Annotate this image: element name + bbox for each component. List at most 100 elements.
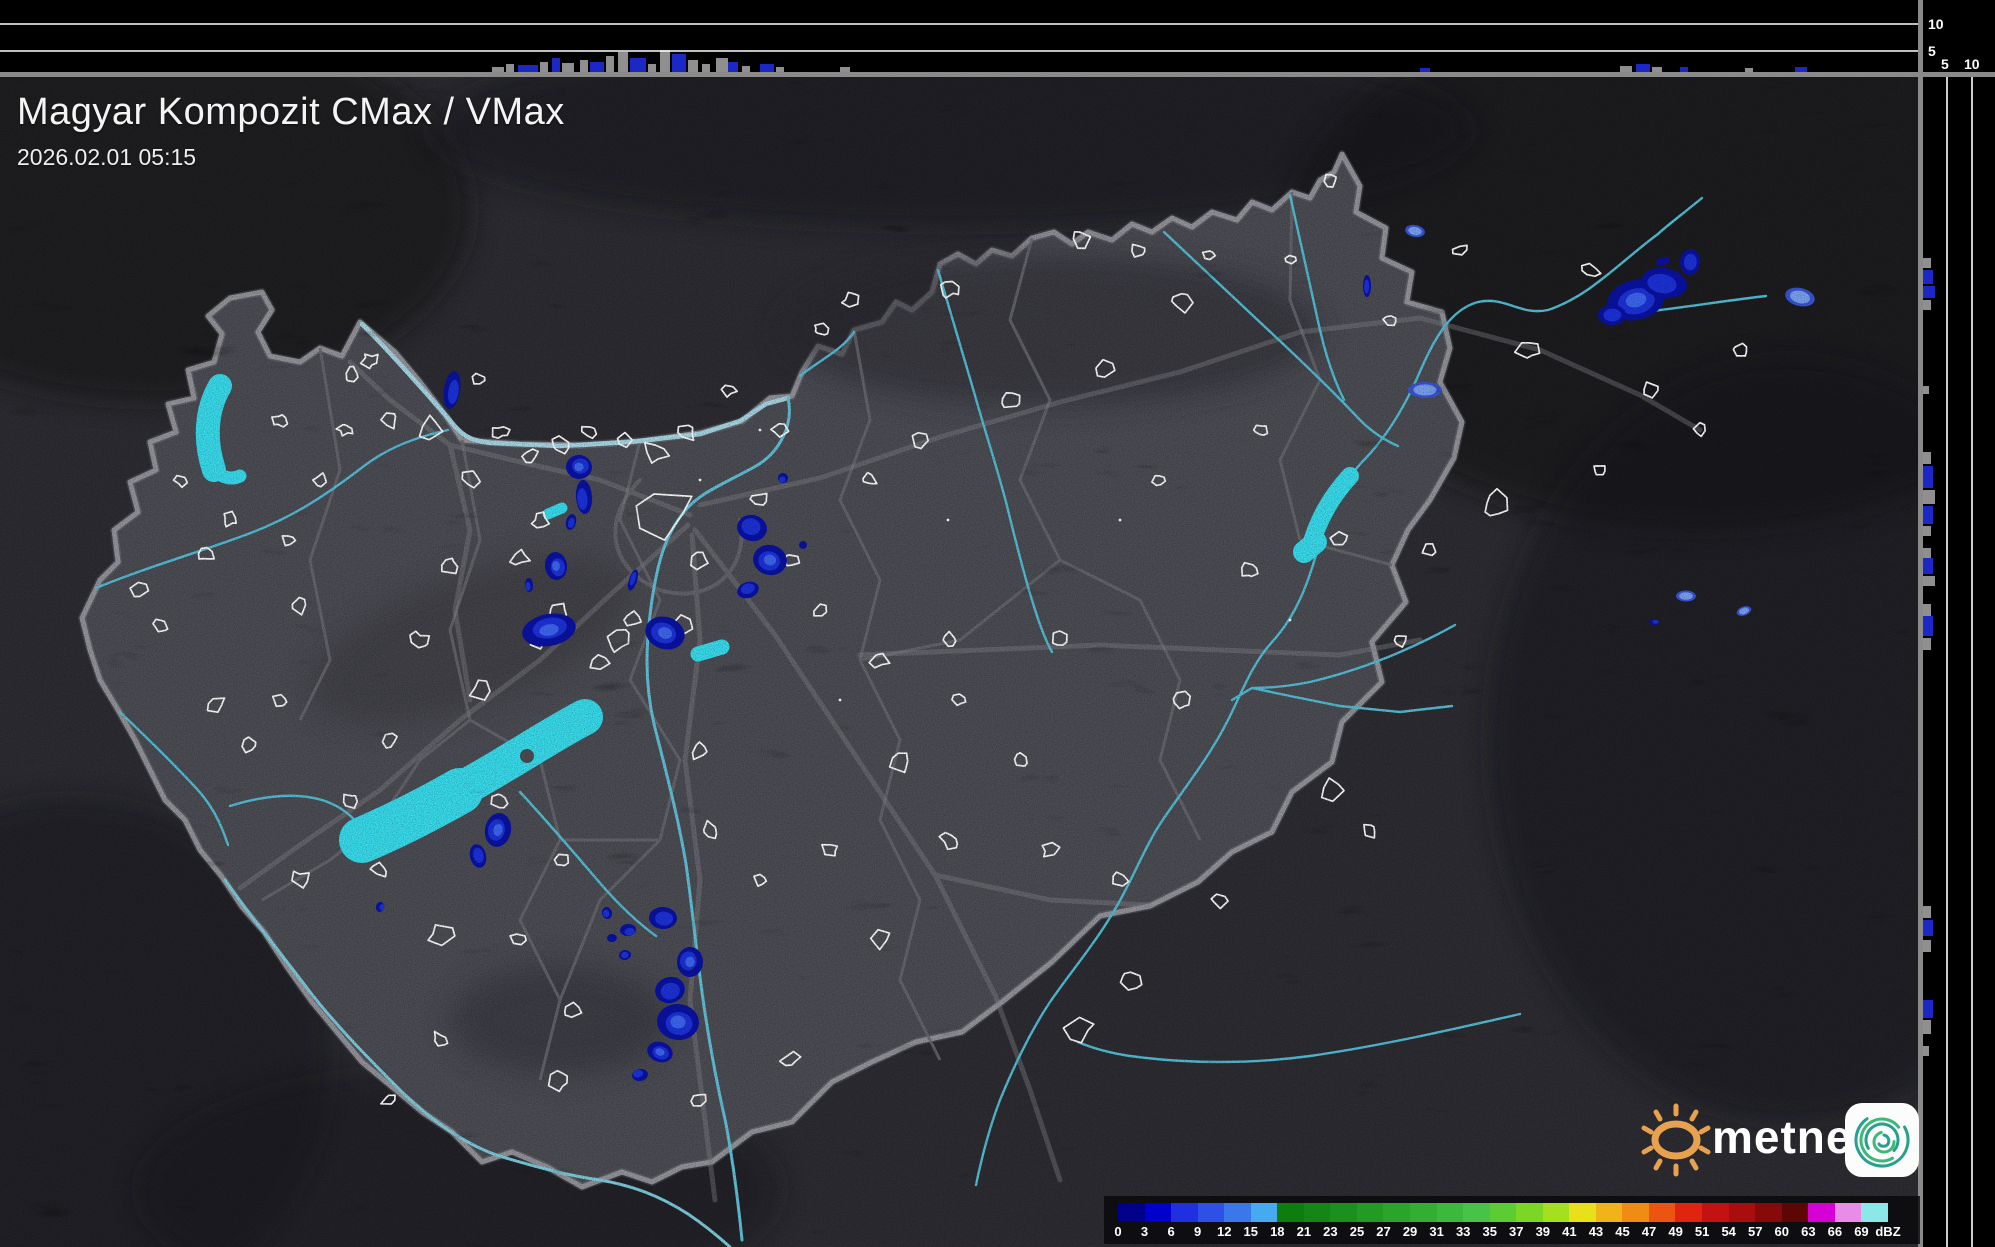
colorbar-swatch: [1303, 1203, 1331, 1222]
colorbar-label: 25: [1349, 1224, 1365, 1239]
top-axis-5km-label: 5: [1928, 43, 1936, 59]
colorbar-label: 66: [1827, 1224, 1843, 1239]
colorbar-swatch: [1622, 1203, 1649, 1222]
top-profile-block: [606, 56, 614, 72]
right-axis-10km-label: 10: [1964, 56, 1980, 72]
dbz-colorbar-panel: 0 3 6 9 12 15 18 21 23 25 27 29 31 33 35 37 39 41 43 45 47 49…: [1104, 1196, 1920, 1244]
colorbar-swatch: [1675, 1203, 1703, 1222]
colorbar-swatch: [1118, 1203, 1145, 1222]
right-profile-block: [1923, 576, 1935, 586]
right-profile-block: [1923, 1046, 1929, 1056]
colorbar-swatch: [1463, 1203, 1490, 1222]
top-profile-block: [492, 67, 504, 72]
top-axis-10km-label: 10: [1928, 16, 1944, 32]
top-profile-block: [760, 64, 774, 72]
right-profile-block: [1923, 526, 1931, 536]
top-profile-block: [716, 58, 728, 72]
right-profile-block: [1923, 452, 1931, 464]
right-profile-block: [1923, 940, 1931, 952]
colorbar-swatch: [1197, 1203, 1225, 1222]
colorbar-swatch: [1861, 1203, 1888, 1222]
colorbar-swatch: [1808, 1203, 1835, 1222]
top-profile-block: [840, 67, 850, 72]
top-profile-block: [518, 65, 538, 72]
right-profile-block: [1923, 386, 1929, 394]
top-profile-block: [1620, 66, 1632, 72]
radar-composite-screen: Magyar Kompozit CMax / VMax 2026.02.01 0…: [0, 0, 1995, 1247]
colorbar-swatch: [1330, 1203, 1357, 1222]
top-profile-block: [776, 67, 784, 72]
colorbar-label: 60: [1774, 1224, 1790, 1239]
right-profile-block: [1923, 270, 1933, 284]
top-profile-block: [506, 64, 514, 72]
right-profile-block: [1923, 466, 1933, 488]
top-profile-block: [1420, 68, 1430, 72]
top-profile-block: [728, 62, 738, 72]
colorbar-label: 51: [1694, 1224, 1710, 1239]
colorbar-swatch: [1277, 1203, 1304, 1222]
top-profile-block: [590, 62, 604, 72]
colorbar-swatch: [1755, 1203, 1782, 1222]
colorbar-label: 12: [1216, 1224, 1232, 1239]
colorbar-label: 57: [1748, 1224, 1763, 1239]
top-profile-block: [702, 64, 710, 72]
top-profile-block: [688, 60, 698, 72]
right-profile-block: [1923, 286, 1935, 298]
top-profile-block: [1795, 67, 1807, 72]
colorbar-label: 37: [1509, 1224, 1524, 1239]
colorbar-label: 69: [1854, 1224, 1869, 1239]
colorbar-label: 45: [1615, 1224, 1630, 1239]
colorbar-label: 18: [1270, 1224, 1285, 1239]
right-profile-block: [1923, 558, 1933, 574]
colorbar-label: dBZ: [1875, 1224, 1901, 1239]
colorbar-swatch: [1224, 1203, 1251, 1222]
top-profile-block: [540, 62, 548, 72]
colorbar-label: 41: [1562, 1224, 1577, 1239]
colorbar-label: 49: [1668, 1224, 1683, 1239]
colorbar-swatch: [1595, 1203, 1623, 1222]
right-profile-block: [1923, 258, 1931, 268]
colorbar-swatch: [1250, 1203, 1278, 1222]
top-profile-block: [618, 52, 628, 72]
colorbar-label: 21: [1296, 1224, 1312, 1239]
top-profile-strip: [0, 0, 1995, 77]
colorbar-label: 39: [1535, 1224, 1551, 1239]
colorbar-swatch: [1144, 1203, 1172, 1222]
top-profile-block: [1636, 64, 1650, 72]
colorbar-label: 35: [1482, 1224, 1497, 1239]
top-profile-block: [552, 58, 560, 72]
right-profile-block: [1923, 1020, 1931, 1034]
colorbar-swatch: [1648, 1203, 1676, 1222]
colorbar-swatches: [1118, 1203, 1888, 1222]
colorbar-label: 3: [1140, 1224, 1149, 1239]
top-profile-block: [742, 66, 750, 72]
colorbar-label: 33: [1455, 1224, 1471, 1239]
top-profile-block: [580, 60, 588, 72]
right-profile-block: [1923, 638, 1931, 650]
colorbar-swatch: [1171, 1203, 1198, 1222]
top-profile-block: [630, 58, 646, 72]
sun-icon: [1641, 1103, 1711, 1177]
colorbar-label: 63: [1801, 1224, 1816, 1239]
colorbar-label: 31: [1429, 1224, 1444, 1239]
colorbar-label: 9: [1194, 1224, 1202, 1239]
top-profile-block: [660, 50, 670, 72]
top-profile-block: [648, 64, 656, 72]
right-profile-block: [1923, 506, 1933, 524]
metnet-app-icon: [1845, 1103, 1919, 1177]
ridge-texture: [0, 77, 1918, 1247]
right-profile-block: [1923, 616, 1933, 636]
map-area: [0, 77, 1918, 1247]
colorbar-label: 27: [1376, 1224, 1391, 1239]
colorbar-swatch: [1542, 1203, 1570, 1222]
colorbar-label: 0: [1114, 1224, 1122, 1239]
right-profile-block: [1923, 548, 1931, 558]
top-profile-block: [1745, 68, 1753, 72]
top-profile-block: [1680, 67, 1688, 72]
colorbar-label: 23: [1323, 1224, 1338, 1239]
radar-map: [0, 0, 1995, 1247]
right-profile-block: [1923, 300, 1931, 310]
colorbar-swatch: [1781, 1203, 1809, 1222]
colorbar-swatch: [1383, 1203, 1411, 1222]
map-top-frame-bar: [0, 72, 1995, 77]
